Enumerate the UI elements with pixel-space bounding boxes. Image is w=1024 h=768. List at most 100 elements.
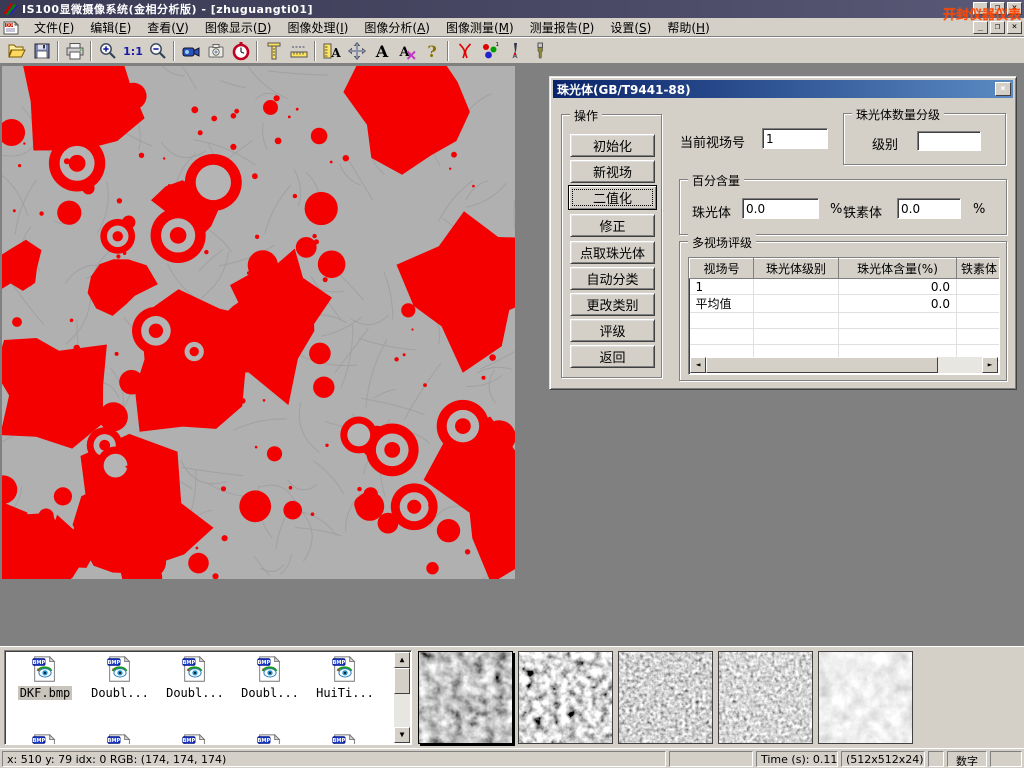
menu-item-settings[interactable]: 设置(S) [602, 19, 659, 37]
file-item[interactable]: BMP [159, 733, 231, 745]
save-button[interactable] [29, 39, 54, 63]
menu-item-image-display[interactable]: 图像显示(D) [197, 19, 280, 37]
video-camera-icon [181, 41, 201, 61]
toolbar-separator [447, 41, 449, 61]
zoom-out-button[interactable] [145, 39, 170, 63]
window-close-button[interactable]: × [1007, 2, 1022, 15]
pick-pearlite-button[interactable]: 点取珠光体 [570, 241, 655, 264]
window-titlebar: IS100显微摄像系统(金相分析版) - [zhuguangti01] _ ❐ … [0, 0, 1024, 18]
ruler-button[interactable] [286, 39, 311, 63]
curve-button[interactable] [452, 39, 477, 63]
file-item[interactable]: BMPDoubl... [84, 655, 156, 700]
table-row[interactable] [690, 329, 1001, 345]
child-restore-button[interactable]: ❐ [990, 21, 1005, 34]
file-item[interactable]: BMPDKF.bmp [9, 655, 81, 700]
binarize-button[interactable]: 二值化 [568, 185, 657, 210]
menu-item-image-measure[interactable]: 图像测量(M) [438, 19, 522, 37]
micrograph-image[interactable] [2, 66, 515, 579]
svg-text:BMP: BMP [33, 738, 46, 744]
pearlite-percent-input[interactable] [742, 198, 819, 219]
table-header[interactable]: 视场号 [690, 259, 754, 279]
file-item[interactable]: BMP [84, 733, 156, 745]
table-cell [839, 313, 957, 329]
child-minimize-button[interactable]: _ [973, 21, 988, 34]
multi-field-group-label: 多视场评级 [688, 234, 756, 251]
print-button[interactable] [62, 39, 87, 63]
rating-table[interactable]: 视场号珠光体级别珠光体含量(%)铁素体10.0平均值0.0 ◄ ► [688, 257, 1000, 375]
table-row[interactable] [690, 313, 1001, 329]
window-restore-button[interactable]: ❐ [990, 2, 1005, 15]
change-class-button[interactable]: 更改类别 [570, 293, 655, 316]
new-field-button[interactable]: 新视场 [570, 160, 655, 183]
grade-input[interactable] [917, 131, 981, 151]
menu-item-file[interactable]: 文件(F) [26, 19, 82, 37]
help-button[interactable]: ? [419, 39, 444, 63]
status-empty-2 [928, 751, 944, 767]
thumbnail-image[interactable] [518, 651, 613, 744]
table-cell: 0.0 [839, 279, 957, 295]
brush-button[interactable] [527, 39, 552, 63]
child-close-button[interactable]: × [1007, 21, 1022, 34]
svg-text:1: 1 [495, 42, 499, 48]
init-button[interactable]: 初始化 [570, 134, 655, 157]
return-button[interactable]: 返回 [570, 345, 655, 368]
scroll-thumb[interactable] [394, 668, 410, 694]
correct-button[interactable]: 修正 [570, 214, 655, 237]
auto-classify-button[interactable]: 自动分类 [570, 267, 655, 290]
file-name: Doubl... [164, 686, 226, 700]
current-field-input[interactable] [762, 128, 828, 149]
file-item[interactable]: BMP [309, 733, 381, 745]
menu-item-image-process[interactable]: 图像处理(I) [279, 19, 356, 37]
thumbnail-image[interactable] [618, 651, 713, 744]
menu-item-measure-report[interactable]: 测量报告(P) [522, 19, 603, 37]
measure-label-icon: A [322, 41, 342, 61]
dialog-title: 珠光体(GB/T9441-88) [557, 81, 691, 98]
actual-size-button[interactable]: 1:1 [120, 39, 145, 63]
menu-item-image-analysis[interactable]: 图像分析(A) [356, 19, 438, 37]
svg-text:BMP: BMP [108, 738, 121, 744]
grade-button[interactable]: 评级 [570, 319, 655, 342]
thumbnail-image[interactable] [718, 651, 813, 744]
scroll-left-button[interactable]: ◄ [690, 357, 706, 373]
thumbnail-image[interactable] [418, 651, 513, 744]
camera-button[interactable] [203, 39, 228, 63]
file-item[interactable]: BMPDoubl... [234, 655, 306, 700]
caliper-button[interactable] [261, 39, 286, 63]
file-vertical-scrollbar[interactable]: ▲ ▼ [394, 652, 410, 743]
table-row[interactable]: 平均值0.0 [690, 295, 1001, 313]
table-header[interactable]: 珠光体含量(%) [839, 259, 957, 279]
file-item[interactable]: BMP [234, 733, 306, 745]
menu-item-edit[interactable]: 编辑(E) [82, 19, 139, 37]
file-item[interactable]: BMP [9, 733, 81, 745]
delete-text-button[interactable]: A [394, 39, 419, 63]
timer-button[interactable] [228, 39, 253, 63]
video-camera-button[interactable] [178, 39, 203, 63]
zoom-in-button[interactable] [95, 39, 120, 63]
file-item[interactable]: BMPHuiTi... [309, 655, 381, 700]
svg-text:BMP: BMP [258, 660, 271, 666]
measure-label-button[interactable]: A [319, 39, 344, 63]
menu-item-help[interactable]: 帮助(H) [659, 19, 717, 37]
table-horizontal-scrollbar[interactable]: ◄ ► [690, 357, 998, 373]
move-button[interactable] [344, 39, 369, 63]
file-item[interactable]: BMPDoubl... [159, 655, 231, 700]
table-row[interactable]: 10.0 [690, 279, 1001, 295]
scroll-right-button[interactable]: ► [982, 357, 998, 373]
scroll-down-button[interactable]: ▼ [394, 727, 410, 743]
scroll-up-button[interactable]: ▲ [394, 652, 410, 668]
window-minimize-button[interactable]: _ [973, 2, 988, 15]
thumbnail-image[interactable] [818, 651, 913, 744]
open-button[interactable] [4, 39, 29, 63]
text-button[interactable]: A [369, 39, 394, 63]
classify-points-button[interactable]: 1 [477, 39, 502, 63]
ferrite-percent-input[interactable] [897, 198, 961, 219]
print-icon [65, 41, 85, 61]
dialog-close-button[interactable]: × [995, 82, 1011, 96]
menu-item-view[interactable]: 查看(V) [139, 19, 197, 37]
dialog-titlebar[interactable]: 珠光体(GB/T9441-88) × [553, 80, 1013, 98]
table-header[interactable]: 珠光体级别 [754, 259, 839, 279]
table-cell [839, 329, 957, 345]
scroll-thumb[interactable] [706, 357, 938, 373]
table-header[interactable]: 铁素体 [957, 259, 1001, 279]
pen-button[interactable] [502, 39, 527, 63]
